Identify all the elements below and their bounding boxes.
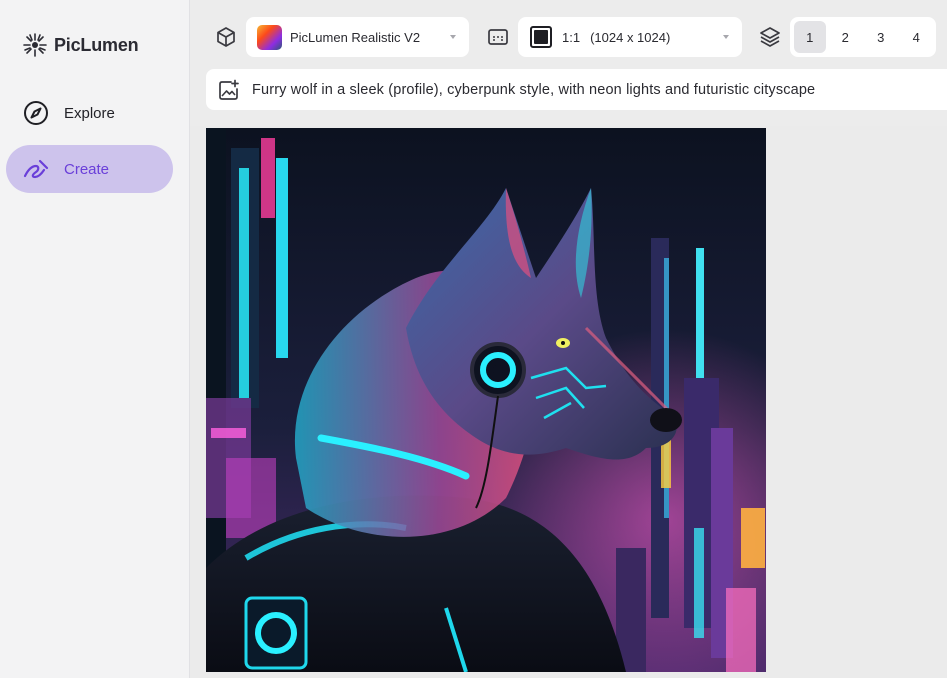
- prompt-text: Furry wolf in a sleek (profile), cyberpu…: [252, 81, 816, 98]
- batch-count-selector: 1 2 3 4: [790, 17, 936, 57]
- batch-count-4[interactable]: 4: [901, 21, 933, 53]
- chevron-down-icon: [723, 35, 729, 39]
- sidebar-item-create[interactable]: Create: [6, 145, 173, 193]
- aspect-ratio-select[interactable]: 1:1 (1024 x 1024): [518, 17, 742, 57]
- app-logo[interactable]: PicLumen: [22, 32, 139, 58]
- image-add-icon[interactable]: [218, 79, 240, 101]
- sidebar-item-label: Explore: [64, 104, 115, 122]
- batch-count-2[interactable]: 2: [830, 21, 862, 53]
- aspect-ratio-icon[interactable]: [484, 23, 512, 51]
- square-ratio-icon: [530, 26, 552, 48]
- app-name: PicLumen: [54, 34, 139, 55]
- create-pen-icon: [22, 155, 50, 183]
- model-select[interactable]: PicLumen Realistic V2: [246, 17, 469, 57]
- generation-toolbar: PicLumen Realistic V2 1:1 (1024 x 1024) …: [190, 0, 947, 126]
- model-thumbnail: [257, 24, 282, 50]
- image-size-value: (1024 x 1024): [590, 29, 671, 45]
- batch-count-3[interactable]: 3: [865, 21, 897, 53]
- model-select-value: PicLumen Realistic V2: [290, 29, 421, 45]
- cyberpunk-wolf-image: [206, 128, 766, 672]
- sidebar: PicLumen Explore Create: [0, 0, 190, 678]
- sidebar-item-explore[interactable]: Explore: [6, 89, 173, 137]
- sidebar-item-label: Create: [64, 160, 110, 178]
- prompt-input[interactable]: Furry wolf in a sleek (profile), cyberpu…: [206, 69, 947, 110]
- cube-icon[interactable]: [212, 23, 240, 51]
- generated-image[interactable]: [206, 128, 766, 672]
- chevron-down-icon: [450, 35, 456, 39]
- compass-icon: [22, 99, 50, 127]
- aspect-ratio-value: 1:1: [562, 29, 581, 45]
- layers-icon[interactable]: [756, 23, 784, 51]
- batch-count-1[interactable]: 1: [794, 21, 826, 53]
- piclumen-logo-icon: [23, 33, 47, 57]
